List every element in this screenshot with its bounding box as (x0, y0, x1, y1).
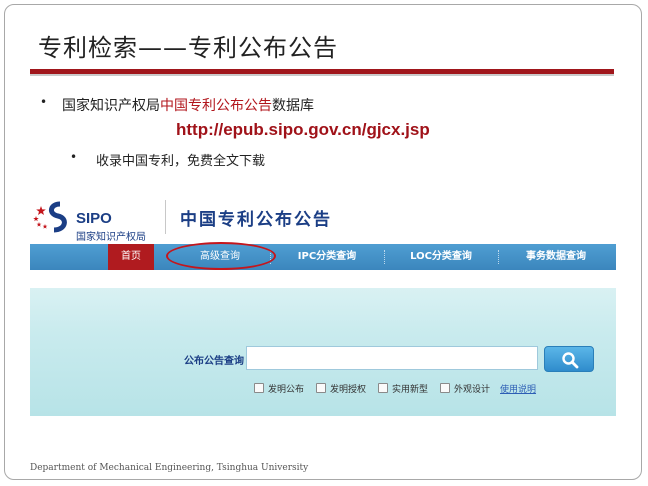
header-divider (165, 200, 166, 234)
nav-ipc-search[interactable]: IPC分类查询 (272, 244, 382, 270)
option-label: 发明授权 (330, 385, 367, 395)
nav-loc-search[interactable]: LOC分类查询 (386, 244, 496, 270)
option-invention-grant[interactable]: 发明授权 (316, 382, 366, 395)
bullet-text: 收录中国专利，免费全文下载 (96, 154, 266, 169)
title-rule-shadow (30, 74, 614, 76)
bullet-prefix: 国家知识产权局 (62, 98, 160, 114)
checkbox[interactable] (316, 383, 326, 393)
sipo-logo[interactable]: SIPO 国家知识产权局 (32, 200, 162, 243)
bullet-marker: • (70, 150, 78, 164)
slide-footer: Department of Mechanical Engineering, Ts… (30, 463, 309, 473)
search-icon (562, 352, 579, 369)
option-utility-model[interactable]: 实用新型 (378, 382, 428, 395)
site-title: 中国专利公布公告 (180, 210, 332, 230)
embedded-website-screenshot: SIPO 国家知识产权局 中国专利公布公告 首页 高级查询 IPC分类查询 LO… (30, 192, 616, 416)
search-input[interactable] (246, 346, 538, 370)
bullet-highlight: 中国专利公布公告 (160, 98, 272, 114)
checkbox[interactable] (440, 383, 450, 393)
search-label: 公布公告查询 (184, 356, 244, 367)
option-design[interactable]: 外观设计 (440, 382, 490, 395)
help-link[interactable]: 使用说明 (500, 382, 536, 395)
site-header: SIPO 国家知识产权局 中国专利公布公告 (30, 192, 616, 243)
checkbox[interactable] (254, 383, 264, 393)
option-invention-publication[interactable]: 发明公布 (254, 382, 304, 395)
slide-title: 专利检索——专利公布公告 (38, 34, 338, 62)
search-panel: 公布公告查询 发明公布 发明授权 实用新型 外观设计 使用说明 (30, 288, 616, 416)
sipo-emblem-icon (33, 201, 67, 233)
checkbox[interactable] (378, 383, 388, 393)
option-label: 外观设计 (454, 385, 491, 395)
logo-text: SIPO (76, 210, 112, 227)
search-button[interactable] (544, 346, 594, 372)
bullet-marker: • (40, 95, 48, 109)
bullet-suffix: 数据库 (272, 98, 314, 114)
bullet-text: 国家知识产权局中国专利公布公告数据库 (62, 95, 314, 115)
option-label: 实用新型 (392, 385, 429, 395)
nav-affair-data-search[interactable]: 事务数据查询 (500, 244, 612, 270)
database-url[interactable]: http://epub.sipo.gov.cn/gjcx.jsp (176, 120, 430, 140)
highlight-circle (166, 242, 276, 270)
logo-subtitle: 国家知识产权局 (76, 232, 146, 243)
option-label: 发明公布 (268, 385, 305, 395)
nav-home[interactable]: 首页 (108, 244, 154, 270)
nav-bar: 首页 高级查询 IPC分类查询 LOC分类查询 事务数据查询 (30, 244, 616, 270)
